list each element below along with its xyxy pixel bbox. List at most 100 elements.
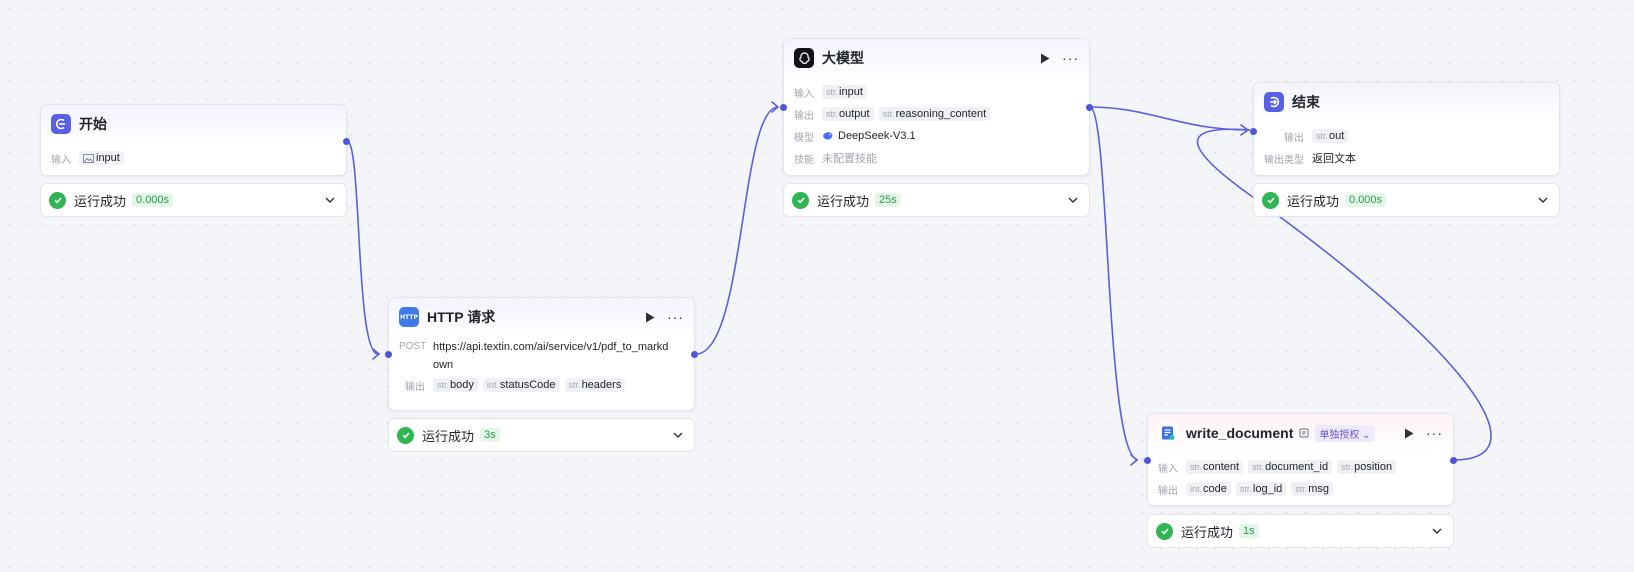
http-node-header: HTTP HTTP 请求 ··· <box>389 298 694 336</box>
start-run-status[interactable]: 运行成功 0.000s <box>40 183 347 217</box>
input-row: 输入 str. content str. document_id str. posit… <box>1148 456 1453 478</box>
success-check-icon <box>1156 522 1173 540</box>
input-label: 输入 <box>51 154 71 166</box>
skill-label: 技能 <box>794 154 814 166</box>
write-document-run-status[interactable]: 运行成功 1s <box>1147 514 1454 548</box>
http-node[interactable]: HTTP HTTP 请求 ··· POST https://api.textin… <box>385 297 698 411</box>
param-pill: str. content <box>1186 460 1244 474</box>
llm-node[interactable]: 大模型 ··· 输入 str. input 输出 str. output str. r… <box>780 38 1093 176</box>
output-port[interactable] <box>1450 457 1457 464</box>
output-type-row: 输出类型 返回文本 <box>1254 147 1559 169</box>
deepseek-icon <box>823 132 833 140</box>
model-name: DeepSeek-V3.1 <box>838 130 916 142</box>
output-row: 输出 int. code str. log_id str. msg <box>1148 478 1453 500</box>
input-port[interactable] <box>780 104 787 111</box>
edge-http-to-llm <box>695 106 779 355</box>
llm-run-status[interactable]: 运行成功 25s <box>783 183 1090 217</box>
model-label: 模型 <box>794 132 814 144</box>
output-type-label: 输出类型 <box>1264 154 1304 166</box>
http-icon: HTTP <box>399 307 419 327</box>
node-title: 大模型 <box>822 50 864 66</box>
success-check-icon <box>1262 191 1279 209</box>
output-row: 输出 str. body int. statusCode str. headers <box>389 374 694 396</box>
chevron-down-icon[interactable] <box>324 194 336 206</box>
status-text: 运行成功 <box>1287 193 1340 209</box>
chevron-down-icon[interactable] <box>1431 525 1443 537</box>
output-port[interactable] <box>691 351 698 358</box>
edge-start-to-http <box>346 140 379 355</box>
method-label: POST <box>399 341 427 352</box>
end-node-header: 结束 <box>1254 83 1559 121</box>
auth-dropdown[interactable]: 单独授权 ⌄ <box>1315 424 1375 442</box>
plugin-icon <box>1299 428 1309 438</box>
input-port[interactable] <box>1250 128 1257 135</box>
input-row: 输入 str. input <box>784 81 1089 103</box>
input-port[interactable] <box>385 351 392 358</box>
write-document-node-header: write_document 单独授权 ⌄ ··· <box>1148 414 1453 452</box>
write-document-node[interactable]: write_document 单独授权 ⌄ ··· 输入 str. content… <box>1144 413 1457 506</box>
llm-node-header: 大模型 ··· <box>784 39 1089 77</box>
edge-llm-to-write <box>1089 106 1139 461</box>
status-text: 运行成功 <box>1181 524 1234 540</box>
edge-write-to-end <box>1196 128 1492 461</box>
chevron-down-icon[interactable] <box>1067 194 1079 206</box>
duration-badge: 0.000s <box>1345 193 1387 207</box>
output-label: 输出 <box>405 381 425 393</box>
end-icon <box>1264 92 1284 112</box>
start-node[interactable]: 开始 输入 input <box>40 104 350 176</box>
output-label: 输出 <box>794 110 814 122</box>
start-node-header: 开始 <box>41 105 346 143</box>
node-title: HTTP 请求 <box>427 309 496 325</box>
arrow-llm-in <box>771 101 780 113</box>
chevron-down-icon[interactable] <box>672 429 684 441</box>
node-title: 结束 <box>1292 94 1320 110</box>
output-row: 输出 str. out <box>1254 125 1559 147</box>
param-pill: input <box>79 151 124 165</box>
output-port[interactable] <box>343 138 350 145</box>
run-icon[interactable] <box>1038 51 1052 65</box>
output-label: 输出 <box>1158 485 1178 497</box>
end-run-status[interactable]: 运行成功 0.000s <box>1253 183 1560 217</box>
success-check-icon <box>49 191 66 209</box>
param-pill: str. msg <box>1291 482 1334 496</box>
param-pill: str. reasoning_content <box>878 107 991 121</box>
chevron-down-icon: ⌄ <box>1362 429 1371 441</box>
status-text: 运行成功 <box>422 428 475 444</box>
run-icon[interactable] <box>1402 426 1416 440</box>
arrow-end-in <box>1240 124 1250 136</box>
param-pill: str. output <box>822 107 874 121</box>
output-type-value: 返回文本 <box>1312 153 1356 165</box>
output-row: 输出 str. output str. reasoning_content <box>784 103 1089 125</box>
image-icon <box>83 153 94 163</box>
status-text: 运行成功 <box>817 193 870 209</box>
http-run-status[interactable]: 运行成功 3s <box>388 418 695 452</box>
run-icon[interactable] <box>643 310 657 324</box>
arrow-http-in <box>372 348 381 360</box>
param-pill: int. code <box>1186 482 1231 496</box>
success-check-icon <box>792 191 809 209</box>
param-pill: str. headers <box>564 378 626 392</box>
param-name: input <box>96 152 120 164</box>
more-icon[interactable]: ··· <box>1062 51 1079 65</box>
duration-badge: 3s <box>480 428 500 442</box>
skill-value: 未配置技能 <box>822 153 877 165</box>
param-pill: int. statusCode <box>482 378 560 392</box>
input-port[interactable] <box>1144 457 1151 464</box>
duration-badge: 25s <box>875 193 901 207</box>
more-icon[interactable]: ··· <box>667 310 684 324</box>
more-icon[interactable]: ··· <box>1426 426 1443 440</box>
chevron-down-icon[interactable] <box>1537 194 1549 206</box>
request-url: https://api.textin.com/ai/service/v1/pdf… <box>433 341 669 371</box>
end-node[interactable]: 结束 输出 str. out 输出类型 返回文本 <box>1250 82 1560 176</box>
duration-badge: 1s <box>1239 524 1259 538</box>
output-label: 输出 <box>1284 132 1304 144</box>
edge-llm-to-end <box>1089 106 1251 131</box>
output-port[interactable] <box>1086 104 1093 111</box>
success-check-icon <box>397 426 414 444</box>
model-row: 模型 DeepSeek-V3.1 <box>784 125 1089 147</box>
node-title: write_document <box>1186 425 1294 441</box>
document-icon <box>1158 423 1178 443</box>
param-pill: str. body <box>433 378 478 392</box>
param-pill: str. input <box>822 85 867 99</box>
param-pill: str. out <box>1312 129 1349 143</box>
